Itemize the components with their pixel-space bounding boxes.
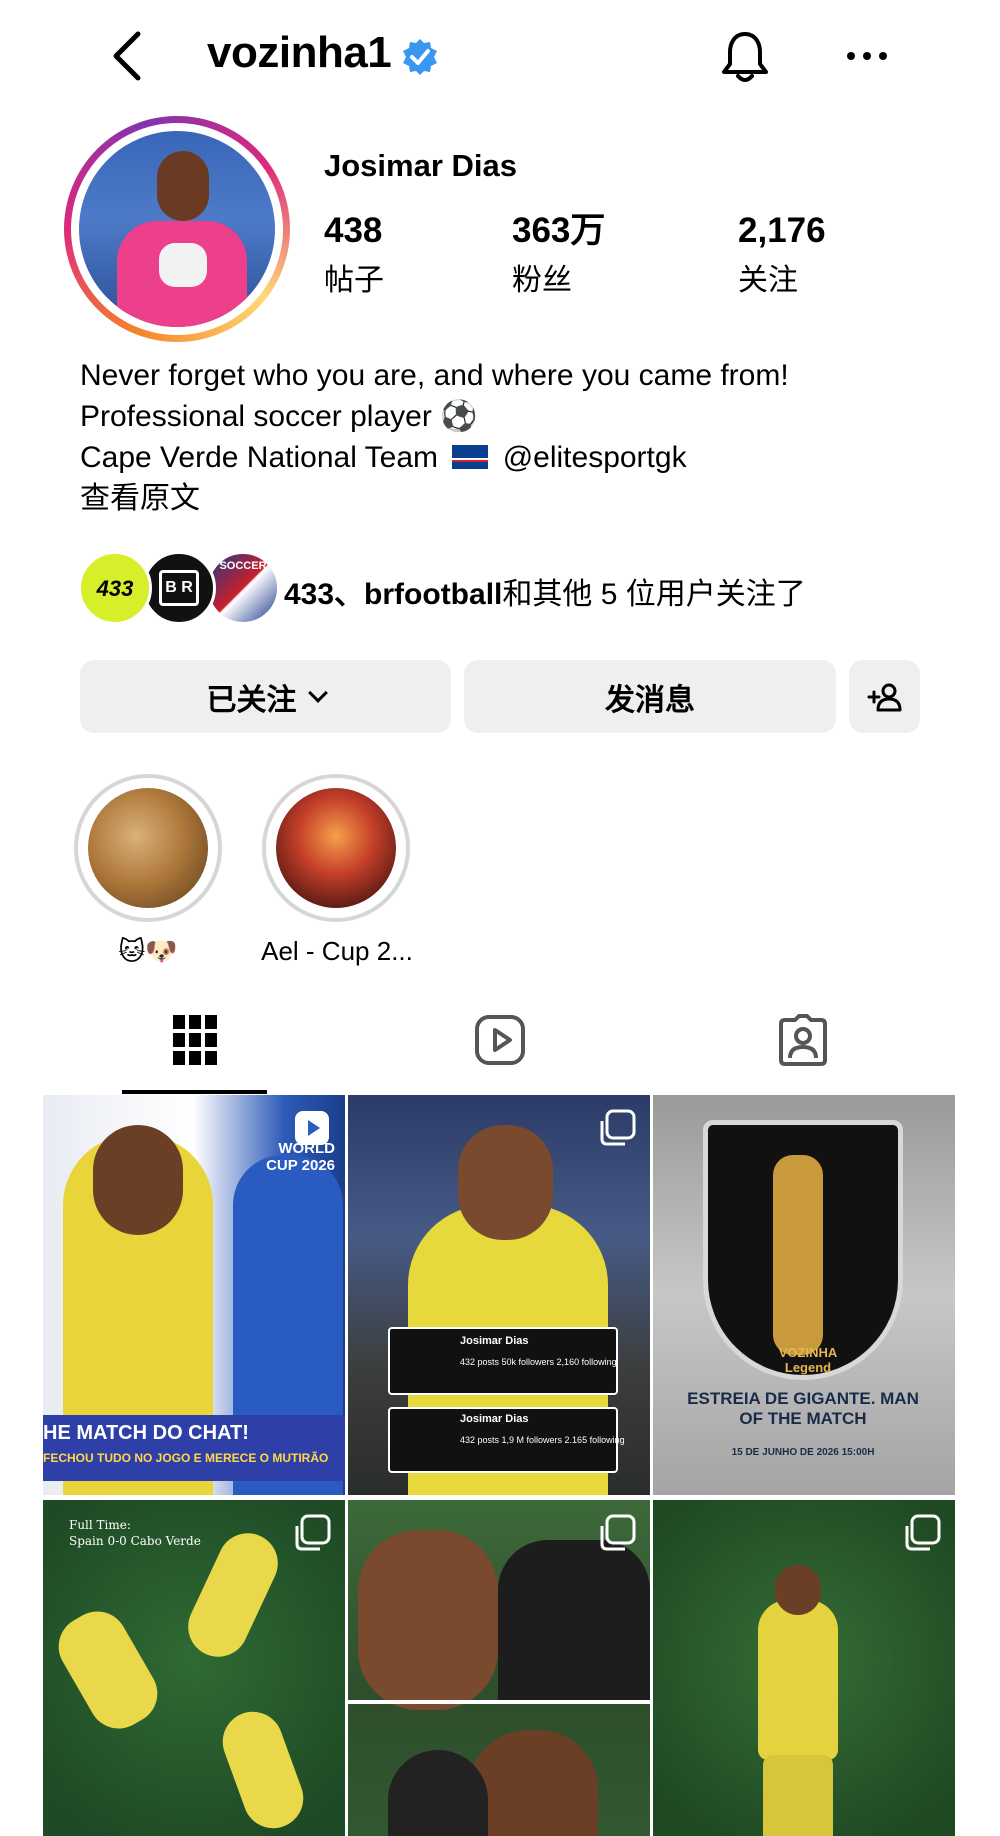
post-keeper-body	[758, 1600, 838, 1760]
bio-line-2: Professional soccer player ⚽	[80, 396, 789, 437]
chevron-down-icon	[307, 682, 328, 703]
stat-followers-label: 粉丝	[512, 263, 572, 297]
followed-by-text: 433、brfootball和其他 5 位用户关注了	[284, 569, 806, 613]
highlight-cover	[276, 788, 396, 908]
profile-avatar[interactable]	[64, 116, 290, 342]
post-keeper-1	[47, 1600, 169, 1740]
follower-avatar-soccer-text: SOCCER	[219, 560, 267, 572]
message-button-label: 发消息	[605, 683, 695, 717]
highlight-ring	[74, 774, 222, 922]
post-date: 15 DE JUNHO DE 2026 15:00H	[731, 1447, 875, 1458]
followed-by-names: 433、brfootball	[284, 578, 503, 611]
post-thumbnail[interactable]: VOZINHA Legend ESTREIA DE GIGANTE. MAN O…	[653, 1095, 955, 1495]
post-face-2	[498, 1540, 650, 1700]
following-button-label: 已关注	[206, 683, 297, 717]
post-brand-text: VOZINHA Legend	[778, 1345, 838, 1375]
post-score: Spain 0-0 Cabo Verde	[69, 1534, 201, 1548]
follower-avatar-433: 433	[78, 551, 152, 625]
stat-following-label: 关注	[738, 263, 798, 297]
profile-tabs	[0, 985, 1000, 1095]
highlight-label: Ael - Cup 2...	[261, 936, 413, 966]
post-caption-title: HE MATCH DO CHAT!	[43, 1422, 249, 1444]
add-person-icon	[867, 683, 901, 711]
carousel-icon	[295, 1514, 331, 1551]
post-trophy	[773, 1155, 823, 1355]
highlight-label: 🐱🐶	[118, 936, 178, 966]
grid-icon	[172, 1015, 217, 1065]
highlight-cover	[88, 788, 208, 908]
see-translation-link[interactable]: 查看原文	[80, 478, 789, 519]
carousel-icon	[905, 1514, 941, 1551]
post-thumbnail[interactable]: Josimar Dias 432 posts 50k followers 2,1…	[348, 1095, 650, 1495]
post-thumbnail[interactable]: WORLD CUP 2026 HE MATCH DO CHAT! FECHOU …	[43, 1095, 345, 1495]
avatar-photo	[79, 131, 275, 327]
notification-bell-icon[interactable]	[720, 30, 770, 84]
stat-followers-value: 363万	[512, 211, 606, 250]
post-headline: ESTREIA DE GIGANTE. MAN OF THE MATCH	[687, 1389, 919, 1428]
video-icon	[295, 1111, 329, 1145]
tab-posts-grid[interactable]	[122, 985, 267, 1095]
carousel-icon	[600, 1109, 636, 1146]
post-thumbnail[interactable]	[653, 1500, 955, 1836]
follower-avatar-433-text: 433	[96, 576, 134, 601]
tab-reels[interactable]	[427, 985, 572, 1095]
bio-line-1: Never forget who you are, and where you …	[80, 359, 789, 392]
soccer-ball-icon: ⚽	[440, 400, 478, 433]
bio-line-2-text: Professional soccer player	[80, 400, 432, 433]
back-arrow-icon[interactable]	[108, 30, 148, 82]
tagged-person-icon	[778, 1014, 827, 1066]
bio-mention-link[interactable]: @elitesportgk	[503, 441, 687, 474]
verified-badge-icon	[403, 39, 437, 75]
username-title: vozinha1	[207, 28, 392, 77]
post-thumbnail[interactable]	[348, 1500, 650, 1836]
profile-card-2-name: Josimar Dias	[460, 1413, 529, 1425]
carousel-icon	[600, 1514, 636, 1551]
profile-card-2-stats: 432 posts 1,9 M followers 2.165 followin…	[460, 1435, 625, 1445]
profile-header: vozinha1	[0, 0, 1000, 115]
reels-icon	[474, 1015, 525, 1065]
post-keeper-3	[214, 1703, 312, 1836]
follower-avatar-soccer: SOCCER	[206, 551, 280, 625]
stat-posts-value: 438	[324, 211, 383, 250]
post-thumbnail[interactable]: Full Time: Spain 0-0 Cabo Verde	[43, 1500, 345, 1836]
stat-following[interactable]: 2,176 关注	[738, 211, 826, 299]
post-score-title: Full Time:	[69, 1518, 131, 1532]
followed-by-row[interactable]: SOCCER B R 433 433、brfootball和其他 5 位用户关注…	[78, 551, 978, 625]
active-tab-indicator	[122, 1090, 267, 1094]
followed-by-suffix: 和其他 5 位用户关注了	[502, 578, 806, 611]
follower-avatar-brfootball: B R	[142, 551, 216, 625]
more-options-icon[interactable]	[845, 48, 890, 64]
tab-tagged[interactable]	[730, 985, 875, 1095]
profile-card-1-stats: 432 posts 50k followers 2,160 following	[460, 1357, 617, 1367]
story-highlight-2[interactable]: Ael - Cup 2...	[261, 774, 413, 967]
stat-followers[interactable]: 363万 粉丝	[512, 211, 606, 299]
avatar-glove	[159, 243, 207, 287]
post-keeper-legs	[763, 1755, 833, 1836]
display-name: Josimar Dias	[324, 148, 517, 183]
highlight-ring	[262, 774, 410, 922]
stat-following-value: 2,176	[738, 211, 826, 250]
avatar-head	[157, 151, 209, 221]
message-button[interactable]: 发消息	[464, 660, 836, 733]
avatar-border	[71, 123, 283, 335]
profile-bio: Never forget who you are, and where you …	[80, 355, 789, 519]
post-divider	[348, 1700, 650, 1704]
post-face-1	[358, 1530, 498, 1710]
suggested-users-button[interactable]	[849, 660, 920, 733]
cape-verde-flag-icon	[452, 445, 489, 469]
bio-line-3-text: Cape Verde National Team	[80, 441, 439, 474]
post-person-head	[93, 1125, 183, 1235]
bio-line-3: Cape Verde National Team @elitesportgk	[80, 437, 789, 478]
following-button[interactable]: 已关注	[80, 660, 451, 733]
story-highlight-1[interactable]: 🐱🐶	[74, 774, 222, 967]
stat-posts[interactable]: 438 帖子	[324, 211, 384, 299]
post-keeper-head	[775, 1565, 821, 1615]
post-player-head	[458, 1125, 553, 1240]
post-caption-subtitle: FECHOU TUDO NO JOGO E MERECE O MUTIRÃO	[43, 1451, 329, 1465]
stat-posts-label: 帖子	[324, 263, 384, 297]
profile-card-1-name: Josimar Dias	[460, 1335, 529, 1347]
follower-avatar-brfootball-text: B R	[159, 570, 199, 606]
